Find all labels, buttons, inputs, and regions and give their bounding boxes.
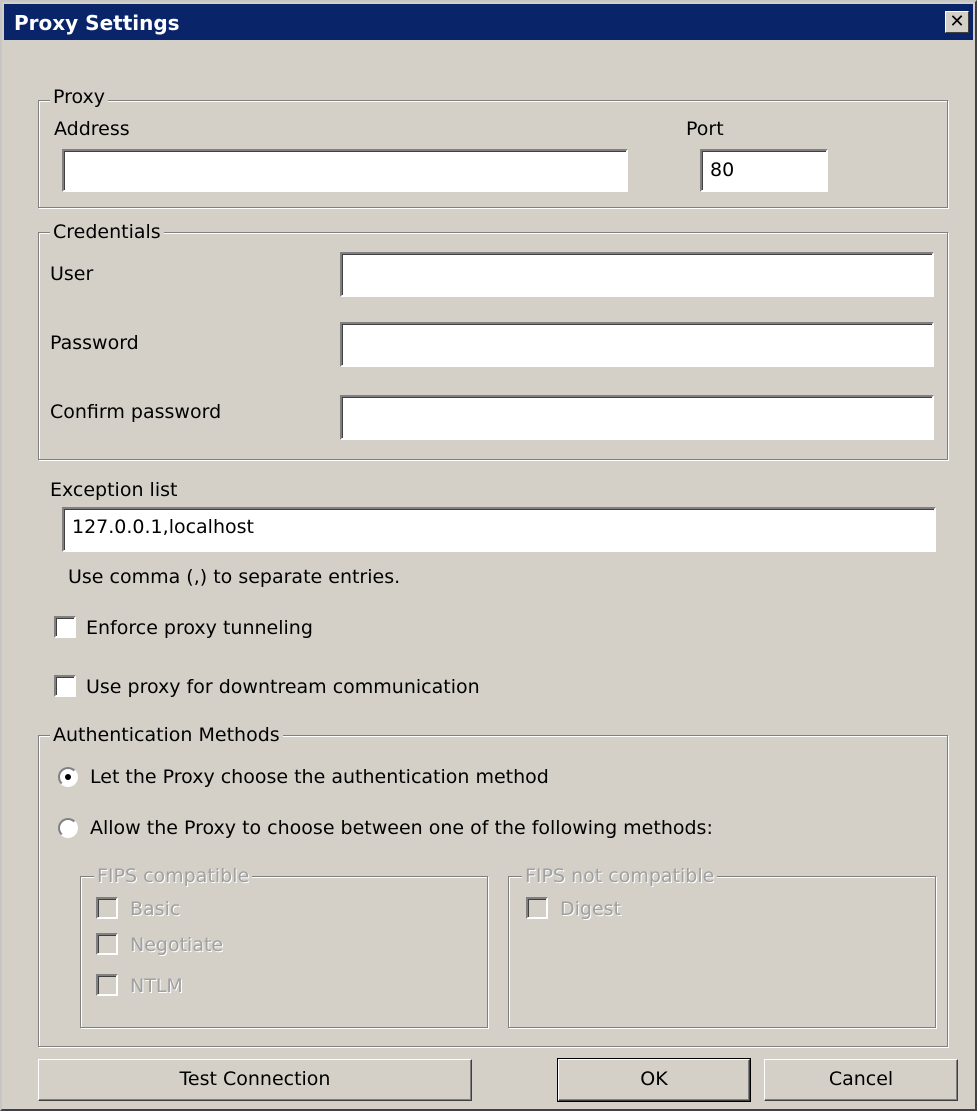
basic-checkbox	[96, 897, 118, 919]
user-input[interactable]	[340, 252, 934, 297]
password-input[interactable]	[340, 322, 934, 367]
user-label: User	[50, 263, 94, 285]
confirm-password-label: Confirm password	[50, 401, 222, 423]
exception-list-label: Exception list	[50, 479, 178, 501]
ntlm-checkbox	[96, 974, 118, 996]
downstream-checkbox[interactable]	[54, 675, 76, 697]
ntlm-label: NTLM	[130, 975, 183, 997]
negotiate-label: Negotiate	[130, 934, 224, 956]
downstream-label[interactable]: Use proxy for downtream communication	[86, 676, 480, 698]
fips-compatible-legend: FIPS compatible	[94, 865, 253, 887]
radio-choose-label[interactable]: Allow the Proxy to choose between one of…	[90, 817, 713, 839]
credentials-group-legend: Credentials	[50, 221, 164, 243]
proxy-settings-dialog: Proxy Settings ✕ Proxy Address Port 80 C…	[0, 0, 977, 1111]
ok-button[interactable]: OK	[557, 1058, 751, 1102]
enforce-tunneling-label[interactable]: Enforce proxy tunneling	[86, 617, 313, 639]
password-label: Password	[50, 332, 139, 354]
radio-choose[interactable]	[58, 818, 78, 838]
cancel-button[interactable]: Cancel	[764, 1059, 958, 1101]
test-connection-button[interactable]: Test Connection	[38, 1059, 472, 1101]
digest-label: Digest	[560, 898, 622, 920]
address-input[interactable]	[62, 149, 628, 192]
radio-auto[interactable]	[58, 767, 78, 787]
fips-not-compatible-legend: FIPS not compatible	[522, 865, 718, 887]
title-bar[interactable]: Proxy Settings ✕	[4, 4, 973, 40]
radio-auto-label[interactable]: Let the Proxy choose the authentication …	[90, 766, 549, 788]
exception-list-input[interactable]: 127.0.0.1,localhost	[62, 507, 936, 552]
confirm-password-input[interactable]	[340, 395, 934, 440]
radio-selected-dot	[65, 774, 71, 780]
basic-label: Basic	[130, 898, 181, 920]
port-input[interactable]: 80	[700, 149, 828, 192]
proxy-group-legend: Proxy	[50, 86, 109, 108]
dialog-title: Proxy Settings	[14, 11, 180, 35]
close-icon: ✕	[949, 11, 965, 32]
negotiate-checkbox	[96, 933, 118, 955]
port-label: Port	[686, 118, 724, 140]
digest-checkbox	[526, 897, 548, 919]
close-button[interactable]: ✕	[945, 11, 969, 33]
address-label: Address	[54, 118, 130, 140]
exception-list-hint: Use comma (,) to separate entries.	[68, 566, 401, 588]
enforce-tunneling-checkbox[interactable]	[54, 616, 76, 638]
authentication-methods-legend: Authentication Methods	[50, 724, 283, 746]
